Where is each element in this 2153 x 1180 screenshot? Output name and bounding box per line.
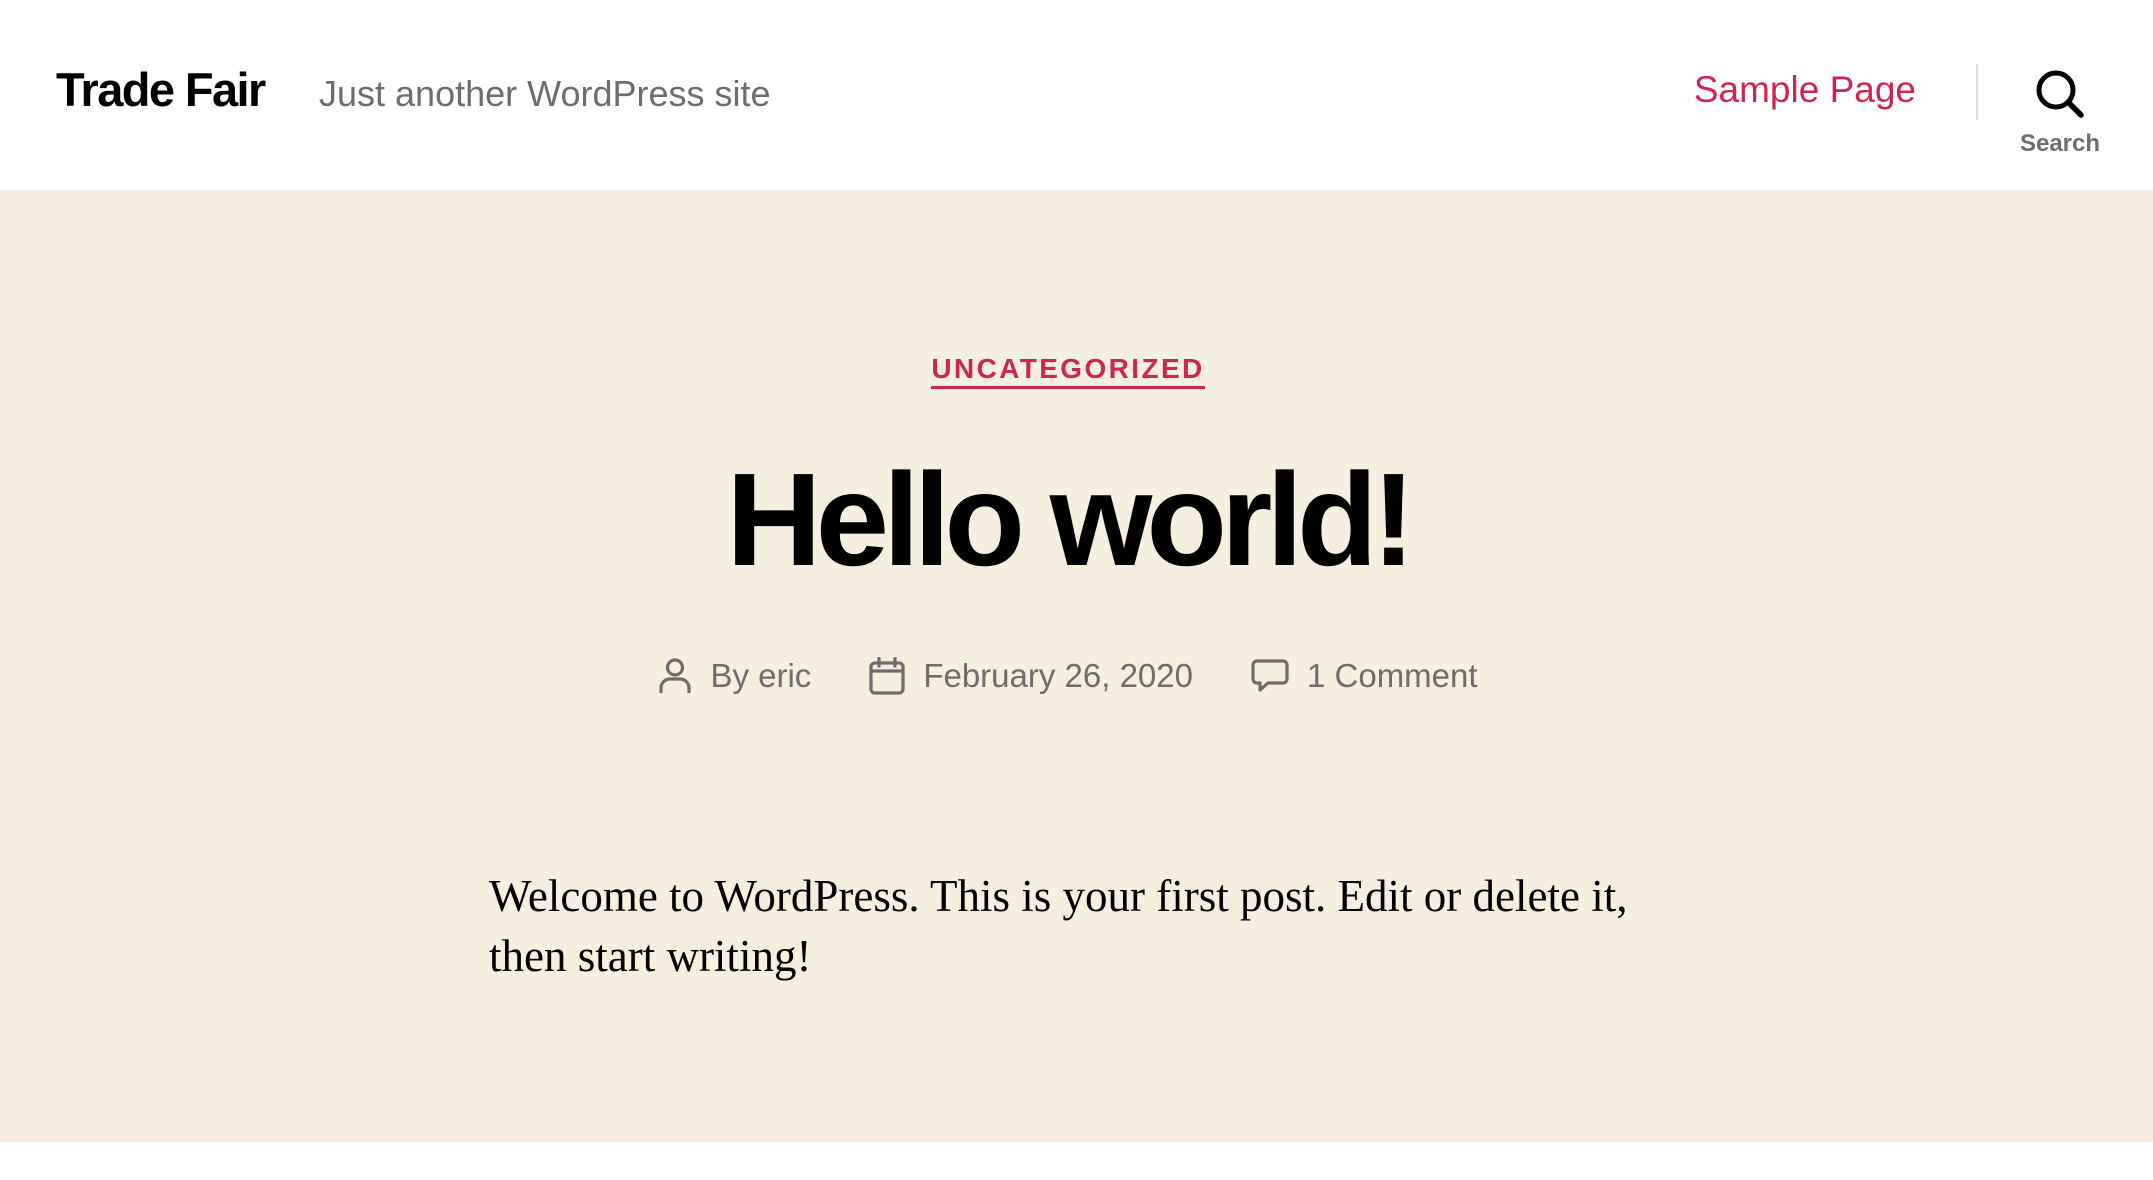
user-icon	[659, 658, 692, 693]
site-title[interactable]: Trade Fair	[56, 60, 266, 120]
post-date-text: February 26, 2020	[923, 657, 1193, 694]
post-area: UNCATEGORIZED Hello world! By eric Febru…	[0, 190, 2153, 1142]
search-toggle-button[interactable]: Search	[2010, 62, 2110, 162]
nav-link-sample-page[interactable]: Sample Page	[1694, 64, 1916, 116]
post-comments-text: 1 Comment	[1306, 657, 1478, 694]
category-link[interactable]: UNCATEGORIZED	[931, 353, 1205, 389]
calendar-icon	[869, 657, 905, 695]
post-author[interactable]: By eric	[658, 653, 811, 699]
nav-divider	[1976, 64, 1978, 120]
category-link-wrapper: UNCATEGORIZED	[0, 349, 2136, 389]
post-comments[interactable]: 1 Comment	[1251, 653, 1478, 699]
site-header: Trade Fair Just another WordPress site S…	[0, 0, 2153, 190]
post-content: Welcome to WordPress. This is your first…	[489, 871, 1628, 981]
post-meta: By eric February 26, 2020 1 Comment	[0, 653, 2136, 699]
post-title: Hello world!	[726, 446, 1415, 593]
bottom-strip	[0, 1142, 2153, 1180]
post-date[interactable]: February 26, 2020	[869, 653, 1193, 699]
post-author-text: By eric	[710, 657, 812, 694]
search-label: Search	[2019, 130, 2101, 157]
site-description: Just another WordPress site	[319, 73, 771, 114]
search-icon	[2036, 70, 2084, 118]
comment-icon	[1251, 659, 1289, 692]
